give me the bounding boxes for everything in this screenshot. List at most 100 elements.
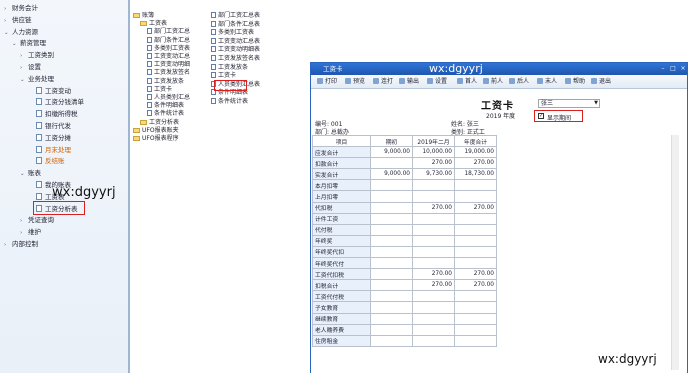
- report-list-item[interactable]: 工资变动汇总表: [211, 37, 260, 46]
- nav-item[interactable]: › 财务会计: [4, 3, 38, 14]
- tree-node[interactable]: 工资卡: [147, 85, 172, 94]
- maximize-button[interactable]: □: [669, 65, 677, 73]
- toolbar-icon: [457, 78, 463, 84]
- close-button[interactable]: ×: [679, 65, 687, 73]
- employee-select[interactable]: 张三 ▼: [538, 99, 600, 108]
- nav-item[interactable]: 反结账: [28, 156, 65, 167]
- vertical-scrollbar[interactable]: [671, 135, 679, 370]
- tree-node[interactable]: 工资变动明细: [147, 61, 190, 69]
- nav-item[interactable]: › 工资类别: [20, 50, 54, 61]
- report-list-item[interactable]: 部门条件汇总表: [211, 20, 261, 29]
- nav-item[interactable]: 月末处理: [28, 145, 71, 156]
- report-list-item[interactable]: 条件统计表: [211, 98, 248, 106]
- report-list-item[interactable]: 工资发放条: [211, 63, 248, 72]
- toolbar-button[interactable]: 退出: [591, 77, 611, 87]
- report-icon: [211, 98, 216, 104]
- report-list-item[interactable]: 工资发放签名表: [211, 55, 260, 63]
- table-cell: [370, 257, 413, 270]
- selection-highlight-report: [214, 80, 247, 91]
- table-cell: 270.00: [454, 268, 497, 281]
- file-icon: [36, 110, 42, 118]
- nav-item[interactable]: ⌄ 人力资源: [4, 27, 38, 38]
- row-label: 子女教育: [312, 301, 371, 314]
- table-row: 实发合计 9,000.00 9,730.00 18,730.00: [312, 168, 497, 181]
- toolbar-button-label: 退出: [599, 78, 612, 85]
- row-label: 代扣税: [312, 201, 371, 214]
- tree-node[interactable]: 工资分析表: [140, 119, 179, 127]
- toolbar-button[interactable]: 后人: [509, 77, 529, 87]
- nav-item[interactable]: ⌄ 薪资管理: [12, 38, 46, 49]
- report-icon: [147, 85, 152, 92]
- tree-node[interactable]: 账簿: [133, 12, 154, 20]
- tree-node[interactable]: 条件统计表: [147, 110, 184, 118]
- table-cell: [370, 301, 413, 314]
- tree-node[interactable]: 工资发放条: [147, 77, 184, 86]
- toolbar-button-label: 连打: [381, 78, 394, 85]
- tree-node[interactable]: 工资表: [140, 20, 167, 28]
- table-cell: [454, 179, 497, 192]
- table-row: 住房租金: [312, 334, 497, 347]
- minimize-button[interactable]: –: [659, 65, 667, 73]
- row-label: 代付税: [312, 223, 371, 236]
- row-label: 应发合计: [312, 146, 371, 159]
- tree-node[interactable]: UFO报表程序: [133, 135, 179, 143]
- toolbar-button[interactable]: 连打: [373, 77, 393, 87]
- report-list-item[interactable]: 工资变动明细表: [211, 46, 260, 54]
- toolbar-button[interactable]: 前人: [483, 77, 503, 87]
- tree-node[interactable]: 工资变动汇总: [147, 53, 190, 61]
- tree-node[interactable]: 人员类别汇总: [147, 94, 190, 102]
- nav-item[interactable]: 工资分钱清单: [28, 97, 84, 108]
- nav-item[interactable]: › 设置: [20, 62, 41, 73]
- toolbar-button[interactable]: 输出: [399, 77, 419, 87]
- tree-node[interactable]: 条件明细表: [147, 102, 184, 110]
- folder-icon: [140, 119, 147, 125]
- nav-item[interactable]: 工资变动: [28, 86, 71, 97]
- nav-item[interactable]: 银行代发: [28, 121, 71, 132]
- table-cell: [454, 212, 497, 225]
- toolbar-button[interactable]: 打印: [317, 77, 337, 87]
- toolbar-button[interactable]: 预览: [345, 77, 365, 87]
- report-list-item[interactable]: 工资卡: [211, 72, 236, 80]
- nav-item-label: 供应链: [12, 15, 32, 24]
- report-list-item[interactable]: 多类别工资表: [211, 29, 254, 37]
- toolbar-button[interactable]: 帮助: [565, 77, 585, 87]
- toolbar-button[interactable]: 设置: [427, 77, 447, 87]
- toolbar-button[interactable]: 末人: [537, 77, 557, 87]
- nav-item[interactable]: › 维护: [20, 227, 41, 238]
- nav-item-label: 设置: [28, 63, 41, 71]
- table-cell: [370, 223, 413, 236]
- table-cell: 270.00: [412, 201, 455, 214]
- tree-node[interactable]: 工资发放签名: [147, 69, 190, 77]
- year-label: 2019 年度: [486, 113, 516, 120]
- tree-node[interactable]: UFO报表账夹: [133, 127, 179, 135]
- report-list-label: 部门工资汇总表: [218, 12, 261, 19]
- chevron-right-icon: ›: [20, 65, 23, 71]
- table-row: 老人赡养费: [312, 323, 497, 336]
- tree-node[interactable]: 部门条件汇总: [147, 36, 191, 45]
- nav-item[interactable]: 扣缴所得税: [28, 109, 78, 120]
- report-list-item[interactable]: 部门工资汇总表: [211, 12, 260, 20]
- tree-node[interactable]: 多类别工资表: [147, 44, 190, 53]
- row-label: 扣税合计: [312, 279, 371, 292]
- tree-node-label: 部门条件汇总: [154, 36, 191, 44]
- nav-item[interactable]: ⌄ 账表: [20, 168, 41, 179]
- tree-node[interactable]: 部门工资汇总: [147, 28, 190, 36]
- row-label: 计件工资: [312, 212, 371, 225]
- chevron-down-icon: ▼: [594, 100, 598, 106]
- nav-item[interactable]: 工资分摊: [28, 133, 71, 144]
- toolbar-button[interactable]: 首人: [457, 77, 477, 87]
- show-period-checkbox[interactable]: ✓: [538, 113, 544, 119]
- table-cell: [412, 190, 455, 203]
- report-list-label: 工资发放签名表: [218, 55, 261, 62]
- nav-item-label: 薪资管理: [20, 39, 46, 48]
- table-cell: [370, 323, 413, 336]
- nav-item[interactable]: › 供应链: [4, 15, 32, 26]
- nav-item[interactable]: › 内部控制: [4, 239, 38, 250]
- report-icon: [147, 77, 152, 84]
- report-list-label: 部门条件汇总表: [218, 20, 261, 28]
- table-row: 代扣税 270.00 270.00: [312, 201, 497, 214]
- report-list-label: 工资变动明细表: [218, 46, 261, 54]
- nav-item[interactable]: ⌄ 业务处理: [20, 74, 54, 85]
- nav-item-label: 内部控制: [12, 240, 38, 248]
- nav-item[interactable]: › 凭证查询: [20, 215, 54, 226]
